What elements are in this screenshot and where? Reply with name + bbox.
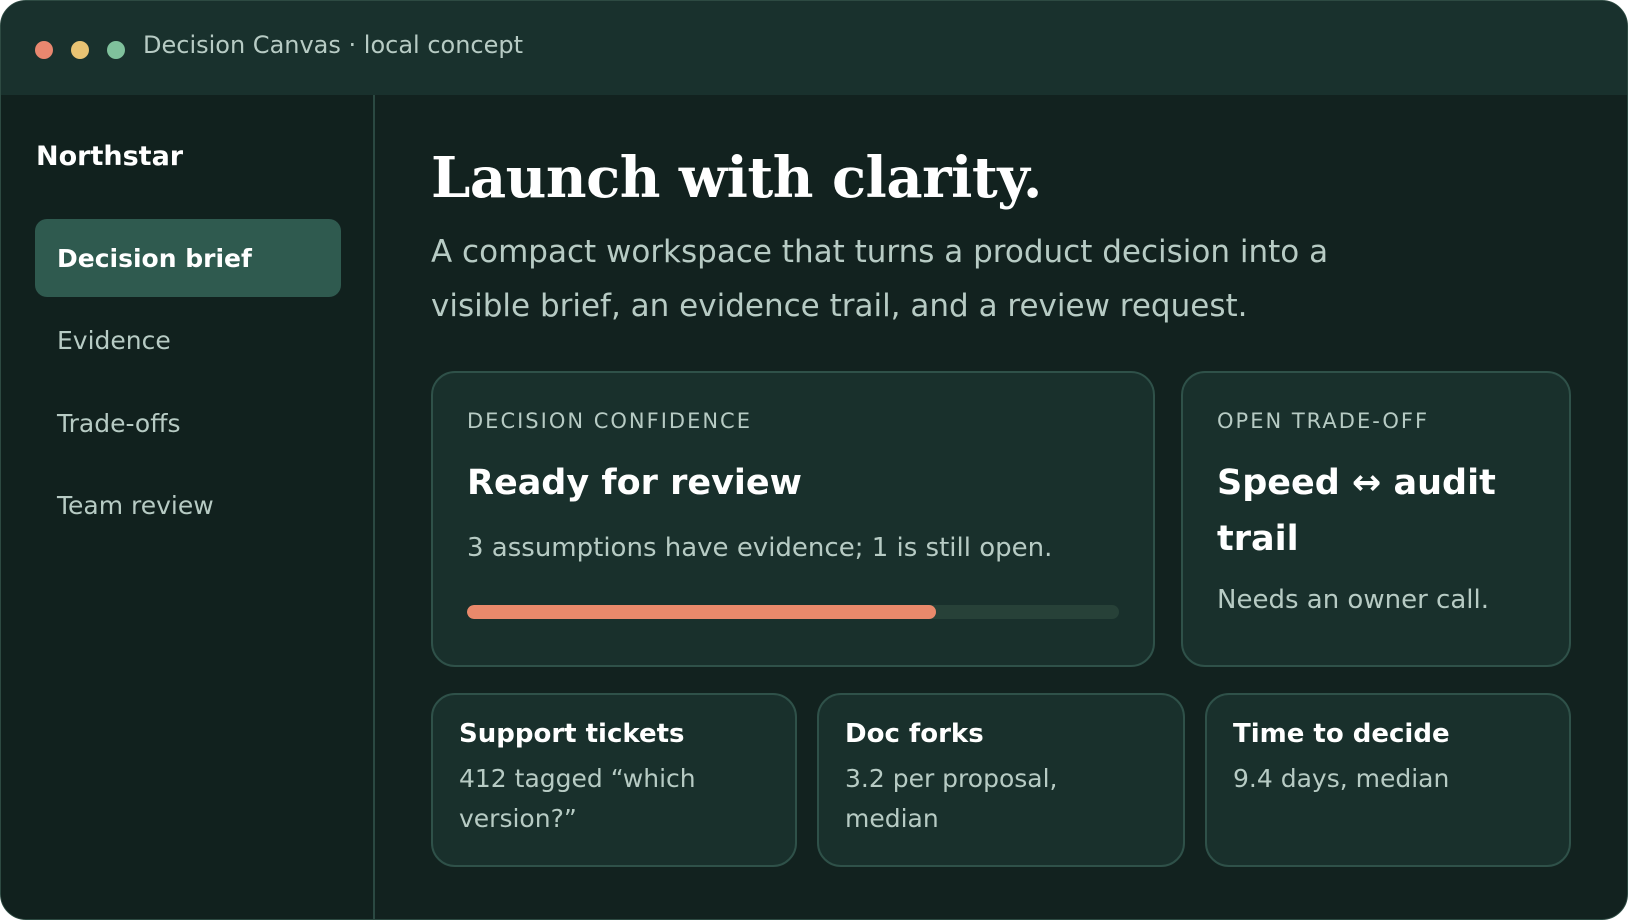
- sidebar-item-decision-brief[interactable]: Decision brief: [35, 219, 341, 297]
- title-bar: Decision Canvas · local concept: [1, 1, 1627, 95]
- metric-card-support-tickets: Support tickets 412 tagged “which versio…: [431, 693, 797, 867]
- sidebar-item-label: Team review: [57, 490, 214, 520]
- metric-title: Time to decide: [1233, 719, 1450, 749]
- sidebar-item-team-review[interactable]: Team review: [35, 466, 341, 544]
- main-content: Launch with clarity. A compact workspace…: [375, 95, 1627, 919]
- metric-card-doc-forks: Doc forks 3.2 per proposal, median: [817, 693, 1185, 867]
- maximize-window-button[interactable]: [107, 41, 125, 59]
- card-description: 3 assumptions have evidence; 1 is still …: [467, 533, 1053, 563]
- sidebar-item-label: Decision brief: [57, 243, 252, 273]
- card-title: Ready for review: [467, 463, 802, 503]
- confidence-progress-fill: [467, 605, 937, 619]
- page-subtitle: A compact workspace that turns a product…: [431, 234, 1329, 324]
- close-window-button[interactable]: [35, 41, 53, 59]
- card-eyebrow: OPEN TRADE-OFF: [1217, 409, 1430, 433]
- card-eyebrow: DECISION CONFIDENCE: [467, 409, 752, 433]
- sidebar-item-evidence[interactable]: Evidence: [35, 301, 341, 379]
- metric-value: 412 tagged “which version?”: [459, 764, 696, 833]
- sidebar-item-label: Trade-offs: [57, 408, 181, 438]
- decision-confidence-card: DECISION CONFIDENCE Ready for review 3 a…: [431, 371, 1155, 667]
- brand-name: Northstar: [36, 141, 184, 172]
- window-title: Decision Canvas · local concept: [143, 31, 524, 59]
- metric-card-time-to-decide: Time to decide 9.4 days, median: [1205, 693, 1571, 867]
- sidebar-item-trade-offs[interactable]: Trade-offs: [35, 384, 341, 462]
- metric-value: 9.4 days, median: [1233, 764, 1450, 793]
- confidence-progress-bar: [467, 605, 1119, 619]
- metric-title: Doc forks: [845, 719, 984, 749]
- page-title: Launch with clarity.: [431, 145, 1042, 211]
- app-window: Decision Canvas · local concept Northsta…: [0, 0, 1628, 920]
- open-tradeoff-card: OPEN TRADE-OFF Speed ↔ audit trail Needs…: [1181, 371, 1571, 667]
- sidebar-item-label: Evidence: [57, 325, 171, 355]
- card-title: Speed ↔ audit trail: [1217, 463, 1496, 559]
- minimize-window-button[interactable]: [71, 41, 89, 59]
- card-description: Needs an owner call.: [1217, 585, 1489, 615]
- metric-title: Support tickets: [459, 719, 685, 749]
- sidebar: Northstar Decision brief Evidence Trade-…: [1, 95, 375, 919]
- metric-value: 3.2 per proposal, median: [845, 764, 1058, 833]
